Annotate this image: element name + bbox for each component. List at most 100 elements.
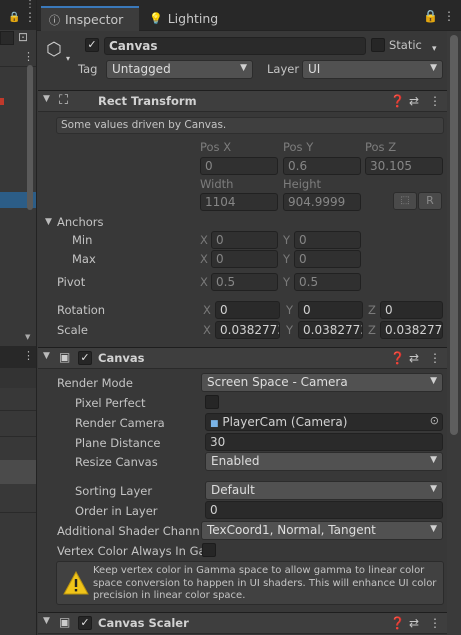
tag-dropdown[interactable]: Untagged ▼ xyxy=(106,60,253,79)
sorting-layer-value: Default xyxy=(211,483,255,497)
anchor-min-x-field[interactable]: 0 xyxy=(211,231,278,249)
canvas-scaler-enabled-checkbox[interactable]: ✓ xyxy=(78,616,92,630)
help-icon[interactable]: ❓ xyxy=(390,351,405,365)
hierarchy-scrollbar[interactable]: ▼ xyxy=(25,65,35,345)
vertex-color-checkbox[interactable] xyxy=(202,543,216,557)
pos-x-field[interactable]: 0 xyxy=(200,157,278,175)
rotation-label: Rotation xyxy=(57,303,106,317)
pos-x-label: Pos X xyxy=(200,140,232,154)
hierarchy-search: ⊡ xyxy=(0,30,36,47)
more-icon[interactable]: ⋮ xyxy=(429,94,441,108)
axis-z-label: Z xyxy=(368,303,376,317)
hierarchy-tabbar: ⋮ xyxy=(0,0,36,10)
height-label: Height xyxy=(283,177,322,191)
axis-x-label: X xyxy=(203,323,211,337)
canvas-scaler-header[interactable]: ▼ ▣ ✓ Canvas Scaler ❓ ⇄ ⋮ xyxy=(38,612,447,634)
rotation-x-field[interactable]: 0 xyxy=(215,301,280,319)
project-item-selected[interactable] xyxy=(0,460,36,484)
width-field[interactable]: 1104 xyxy=(200,193,278,211)
static-label: Static xyxy=(389,38,422,52)
layer-dropdown[interactable]: UI ▼ xyxy=(302,60,443,79)
tab-label: Lighting xyxy=(167,11,219,26)
more-icon[interactable]: ⋮ xyxy=(23,349,34,362)
resize-canvas-dropdown[interactable]: Enabled ▼ xyxy=(205,452,443,471)
foldout-arrow-icon[interactable]: ▼ xyxy=(43,94,50,104)
pixel-perfect-checkbox[interactable] xyxy=(205,395,219,409)
width-label: Width xyxy=(200,177,234,191)
more-icon[interactable]: ⋮ xyxy=(23,50,34,63)
height-field[interactable]: 904.9999 xyxy=(283,193,361,211)
preset-icon[interactable]: ⇄ xyxy=(409,94,419,108)
render-mode-dropdown[interactable]: Screen Space - Camera ▼ xyxy=(201,373,443,392)
shader-channels-dropdown[interactable]: TexCoord1, Normal, Tangent ▼ xyxy=(201,521,443,540)
more-icon[interactable]: ⋮ xyxy=(25,0,35,10)
canvas-component-header[interactable]: ▼ ▣ ✓ Canvas ❓ ⇄ ⋮ xyxy=(38,347,447,369)
pos-y-label: Pos Y xyxy=(283,140,314,154)
axis-x-label: X xyxy=(200,252,208,266)
tab-label: Inspector xyxy=(65,12,124,27)
foldout-arrow-icon[interactable]: ▼ xyxy=(43,616,50,626)
pos-z-field[interactable]: 30.105 xyxy=(365,157,443,175)
tab-lighting[interactable]: 💡 Lighting xyxy=(141,6,237,31)
blueprint-mode-button[interactable]: ⬚ xyxy=(393,192,417,210)
static-checkbox[interactable] xyxy=(371,38,385,52)
scale-z-field[interactable]: 0.0382773 xyxy=(380,321,443,339)
axis-y-label: Y xyxy=(283,275,291,289)
lock-icon[interactable]: 🔒 xyxy=(423,9,438,23)
more-icon[interactable]: ⋮ xyxy=(443,9,455,23)
active-checkbox[interactable]: ✓ xyxy=(85,38,99,52)
render-camera-label: Render Camera xyxy=(75,416,165,430)
plane-distance-label: Plane Distance xyxy=(75,436,161,450)
chevron-down-icon[interactable]: ▾ xyxy=(66,54,70,63)
scroll-down-icon[interactable]: ▼ xyxy=(25,333,30,341)
help-icon[interactable]: ❓ xyxy=(390,94,405,108)
warning-icon xyxy=(63,571,89,595)
help-icon[interactable]: ❓ xyxy=(390,616,405,630)
anchor-max-x-field[interactable]: 0 xyxy=(211,250,278,268)
more-icon[interactable]: ⋮ xyxy=(429,351,441,365)
scale-x-field[interactable]: 0.0382773 xyxy=(215,321,280,339)
foldout-arrow-icon[interactable]: ▼ xyxy=(43,351,50,361)
lock-icon[interactable]: 🔒 xyxy=(8,12,20,23)
name-field[interactable]: Canvas xyxy=(104,37,366,55)
plane-distance-field[interactable]: 30 xyxy=(205,433,443,451)
render-camera-value: PlayerCam (Camera) xyxy=(222,415,348,429)
rect-transform-header[interactable]: ▼ ⛶ Rect Transform ❓ ⇄ ⋮ xyxy=(38,90,447,112)
sorting-layer-label: Sorting Layer xyxy=(75,484,153,498)
more-icon[interactable]: ⋮ xyxy=(24,10,36,24)
search-input[interactable] xyxy=(0,31,14,45)
scene-filter-icon[interactable]: ⊡ xyxy=(18,30,28,44)
render-mode-value: Screen Space - Camera xyxy=(207,375,348,389)
preset-icon[interactable]: ⇄ xyxy=(409,616,419,630)
warning-text: Keep vertex color in Gamma space to allo… xyxy=(93,565,437,601)
tab-inspector[interactable]: ⓘ Inspector xyxy=(41,6,139,31)
axis-y-label: Y xyxy=(283,252,291,266)
pos-y-field[interactable]: 0.6 xyxy=(283,157,361,175)
rotation-z-field[interactable]: 0 xyxy=(380,301,443,319)
resize-canvas-value: Enabled xyxy=(211,454,260,468)
raw-edit-button[interactable]: R xyxy=(418,192,442,210)
scrollbar-thumb[interactable] xyxy=(27,65,33,210)
canvas-enabled-checkbox[interactable]: ✓ xyxy=(78,351,92,365)
order-in-layer-field[interactable]: 0 xyxy=(205,501,443,519)
pivot-x-field[interactable]: 0.5 xyxy=(211,273,278,291)
chevron-down-icon[interactable]: ▾ xyxy=(432,44,437,54)
preset-icon[interactable]: ⇄ xyxy=(409,351,419,365)
anchor-max-y-field[interactable]: 0 xyxy=(294,250,361,268)
project-tabbar: ⋮ xyxy=(0,346,36,368)
scale-y-field[interactable]: 0.0382773 xyxy=(298,321,363,339)
foldout-arrow-icon[interactable]: ▼ xyxy=(45,217,52,227)
render-camera-field[interactable]: ■ PlayerCam (Camera) ⊙ xyxy=(205,413,443,431)
scrollbar-thumb[interactable] xyxy=(450,35,458,435)
pivot-y-field[interactable]: 0.5 xyxy=(294,273,361,291)
pixel-perfect-label: Pixel Perfect xyxy=(75,396,146,410)
divider xyxy=(0,410,36,411)
order-in-layer-label: Order in Layer xyxy=(75,504,158,518)
object-picker-icon[interactable]: ⊙ xyxy=(430,414,439,427)
more-icon[interactable]: ⋮ xyxy=(429,616,441,630)
anchor-min-y-field[interactable]: 0 xyxy=(294,231,361,249)
rotation-y-field[interactable]: 0 xyxy=(298,301,363,319)
inspector-content: ⬡ ▾ ✓ Canvas Static ▾ Tag Untagged ▼ Lay… xyxy=(38,31,447,635)
sorting-layer-dropdown[interactable]: Default ▼ xyxy=(205,481,443,500)
camera-icon: ■ xyxy=(210,419,219,429)
